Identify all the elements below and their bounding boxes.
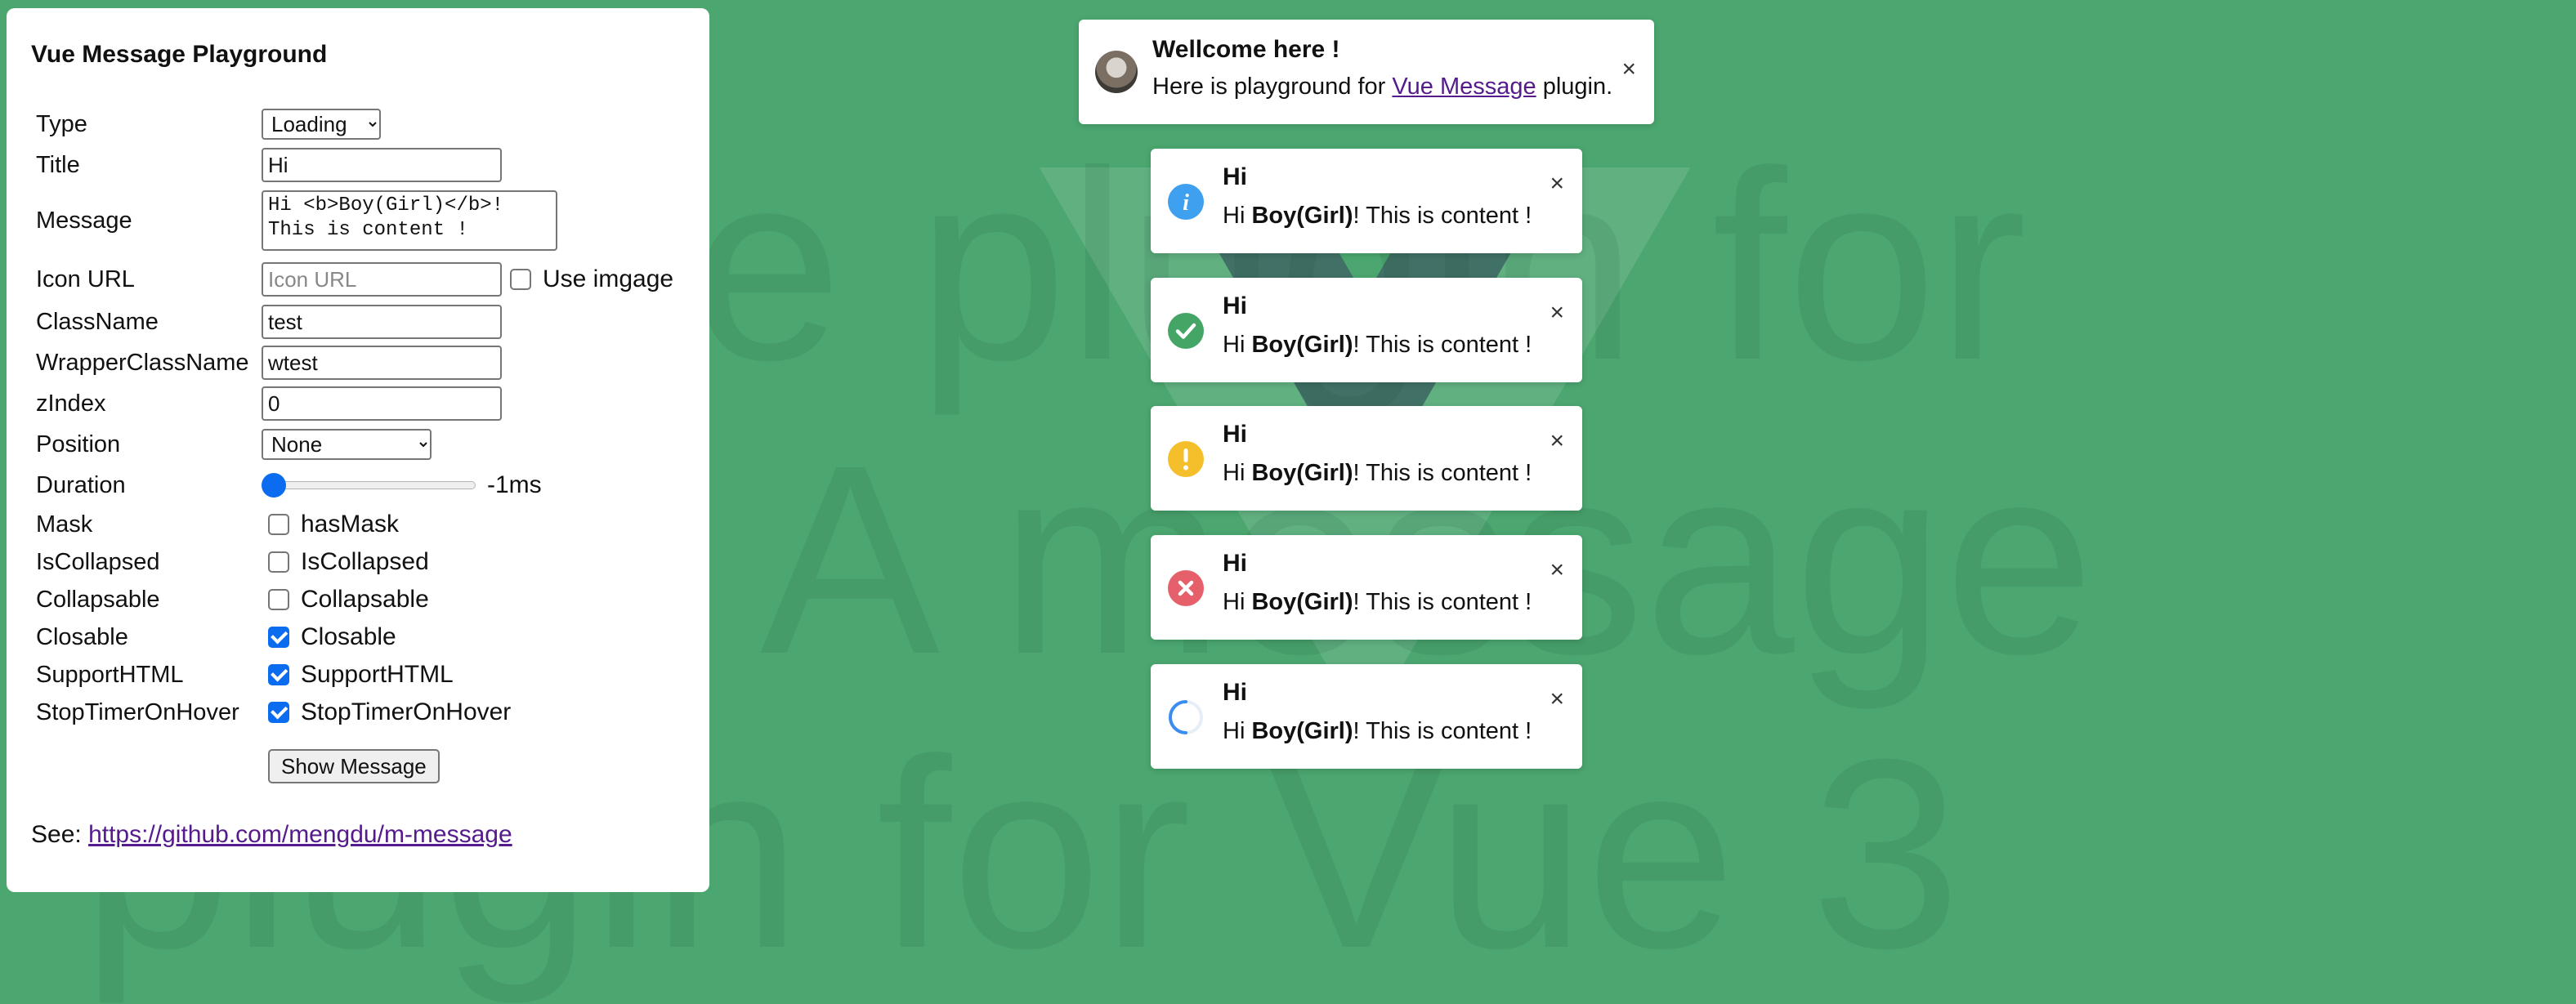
closable-row: Closable Closable [36, 619, 396, 655]
zindex-input[interactable] [262, 386, 502, 421]
toast-title: Hi [1223, 421, 1247, 448]
mask-label: Mask [36, 511, 93, 538]
close-icon[interactable]: × [1621, 56, 1636, 83]
closable-checkbox-label: Closable [301, 623, 396, 650]
slider-thumb[interactable] [262, 473, 286, 498]
icon-url-row: Icon URL Use imgage [36, 261, 673, 297]
collapsable-label: Collapsable [36, 586, 160, 613]
welcome-text-before: Here is playground for [1152, 74, 1386, 100]
toast-success: Hi Hi Boy(Girl)! This is content ! × [1151, 278, 1582, 382]
message-label: Message [36, 207, 132, 234]
loading-spinner-icon [1168, 700, 1203, 734]
position-row: Position None [36, 426, 432, 462]
support-html-label: SupportHTML [36, 661, 184, 688]
toast-message: Hi Boy(Girl)! This is content ! [1223, 460, 1532, 486]
wrapper-classname-label: WrapperClassName [36, 349, 249, 376]
check-icon [1168, 313, 1204, 349]
playground-panel: Vue Message Playground Type Loading Titl… [7, 8, 709, 892]
is-collapsed-checkbox[interactable] [268, 551, 289, 573]
is-collapsed-row: IsCollapsed IsCollapsed [36, 544, 429, 580]
wrapper-classname-row: WrapperClassName [36, 345, 502, 381]
title-input[interactable] [262, 148, 502, 182]
has-mask-label: hasMask [301, 511, 400, 538]
type-select[interactable]: Loading [262, 109, 381, 140]
toast-title: Hi [1223, 679, 1247, 706]
use-image-label: Use imgage [543, 266, 674, 292]
duration-value: -1ms [487, 471, 542, 498]
has-mask-checkbox[interactable] [268, 514, 289, 535]
toast-message: Hi Boy(Girl)! This is content ! [1223, 203, 1532, 229]
collapsable-checkbox[interactable] [268, 589, 289, 610]
title-label: Title [36, 151, 80, 178]
see-label: See: [31, 821, 82, 848]
classname-label: ClassName [36, 308, 159, 335]
welcome-message: Here is playground for Vue Message plugi… [1152, 74, 1612, 100]
icon-url-label: Icon URL [36, 266, 135, 292]
toast-title: Hi [1223, 292, 1247, 319]
warning-icon [1168, 441, 1204, 477]
close-icon[interactable]: × [1550, 170, 1564, 198]
stop-timer-checkbox-label: StopTimerOnHover [301, 698, 512, 725]
welcome-text-after: plugin. [1542, 74, 1613, 100]
toast-error: Hi Hi Boy(Girl)! This is content ! × [1151, 535, 1582, 640]
support-html-checkbox-label: SupportHTML [301, 661, 454, 688]
zindex-label: zIndex [36, 390, 106, 417]
message-row: Message Hi <b>Boy(Girl)</b>! This is con… [36, 190, 557, 252]
close-icon[interactable]: × [1550, 556, 1564, 584]
duration-row: Duration -1ms [36, 467, 542, 503]
see-footer: See: https://github.com/mengdu/m-message [31, 821, 512, 849]
mask-row: Mask hasMask [36, 506, 399, 542]
use-image-checkbox[interactable] [510, 269, 531, 290]
message-textarea[interactable]: Hi <b>Boy(Girl)</b>! This is content ! [262, 190, 557, 251]
type-row: Type Loading [36, 106, 381, 142]
svg-text:i: i [1183, 190, 1189, 216]
github-link[interactable]: https://github.com/mengdu/m-message [88, 821, 512, 848]
closable-checkbox[interactable] [268, 627, 289, 648]
panel-title: Vue Message Playground [31, 41, 328, 68]
closable-label: Closable [36, 623, 128, 650]
avatar [1095, 51, 1138, 93]
toast-title: Hi [1223, 163, 1247, 190]
duration-label: Duration [36, 471, 126, 498]
is-collapsed-checkbox-label: IsCollapsed [301, 548, 429, 575]
support-html-row: SupportHTML SupportHTML [36, 657, 454, 693]
info-icon: i [1168, 184, 1204, 220]
support-html-checkbox[interactable] [268, 664, 289, 685]
zindex-row: zIndex [36, 386, 502, 422]
type-label: Type [36, 110, 87, 137]
close-icon[interactable]: × [1550, 299, 1564, 327]
close-icon[interactable]: × [1550, 427, 1564, 455]
close-icon[interactable]: × [1550, 685, 1564, 713]
toast-warning: Hi Hi Boy(Girl)! This is content ! × [1151, 406, 1582, 511]
collapsable-row: Collapsable Collapsable [36, 582, 429, 618]
position-select[interactable]: None [262, 429, 432, 460]
welcome-toast: Wellcome here ! Here is playground for V… [1079, 20, 1654, 124]
duration-slider[interactable] [262, 473, 476, 498]
welcome-title: Wellcome here ! [1152, 36, 1340, 63]
classname-input[interactable] [262, 305, 502, 339]
toast-info: i Hi Hi Boy(Girl)! This is content ! × [1151, 149, 1582, 253]
title-row: Title [36, 147, 502, 183]
vue-message-link[interactable]: Vue Message [1392, 74, 1536, 100]
show-message-button[interactable]: Show Message [268, 749, 440, 783]
toast-message: Hi Boy(Girl)! This is content ! [1223, 718, 1532, 744]
toast-message: Hi Boy(Girl)! This is content ! [1223, 589, 1532, 615]
collapsable-checkbox-label: Collapsable [301, 586, 429, 613]
wrapper-classname-input[interactable] [262, 346, 502, 380]
error-icon [1168, 570, 1204, 606]
classname-row: ClassName [36, 304, 502, 340]
position-label: Position [36, 431, 121, 457]
stop-timer-label: StopTimerOnHover [36, 698, 239, 725]
stop-timer-row: StopTimerOnHover StopTimerOnHover [36, 694, 511, 730]
stop-timer-checkbox[interactable] [268, 702, 289, 723]
is-collapsed-label: IsCollapsed [36, 548, 160, 575]
icon-url-input[interactable] [262, 262, 502, 297]
toast-loading: Hi Hi Boy(Girl)! This is content ! × [1151, 664, 1582, 769]
toast-message: Hi Boy(Girl)! This is content ! [1223, 332, 1532, 358]
toast-title: Hi [1223, 550, 1247, 577]
